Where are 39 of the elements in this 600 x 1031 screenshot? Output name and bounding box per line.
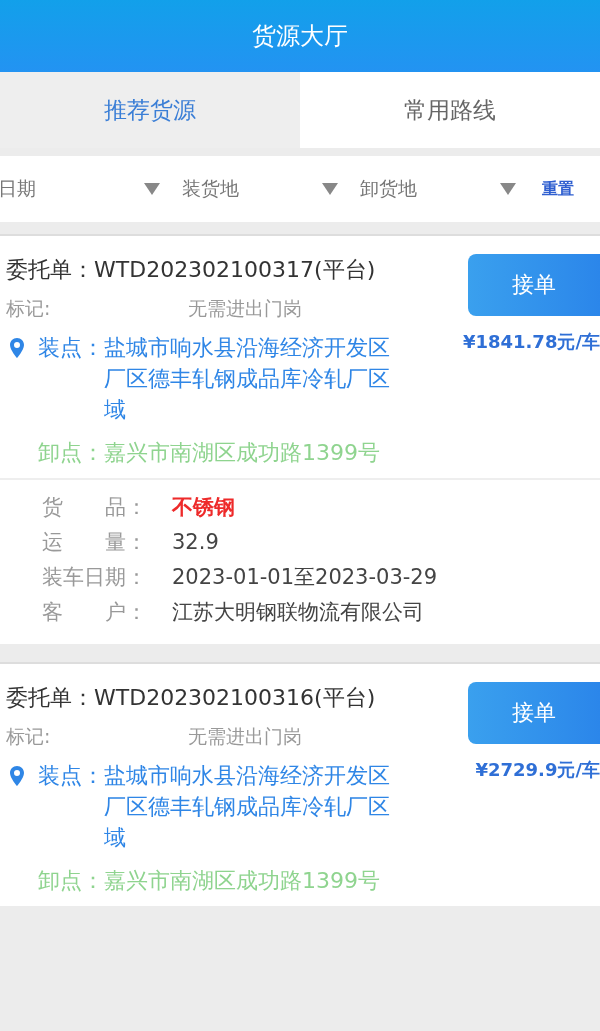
detail-value: 2023-01-01至2023-03-29 xyxy=(172,564,438,591)
order-label: 委托单： xyxy=(6,257,94,282)
unload-address: 嘉兴市南湖区成功路1399号 xyxy=(104,439,381,467)
detail-value: 32.9 xyxy=(172,529,219,556)
load-label: 装点： xyxy=(38,334,104,362)
accept-order-button[interactable]: 接单 xyxy=(468,682,600,744)
page-title: 货源大厅 xyxy=(252,21,348,52)
price: ¥1841.78元/车 xyxy=(462,330,600,354)
unload-label: 卸点： xyxy=(38,439,104,467)
detail-value: 江苏大明钢联物流有限公司 xyxy=(172,599,424,626)
detail-label: 客 户： xyxy=(42,599,148,626)
detail-label: 运 量： xyxy=(42,529,148,556)
order-number: WTD202302100317(平台) xyxy=(94,257,376,282)
mark-value: 无需进出门岗 xyxy=(188,296,302,321)
filter-dropdown[interactable]: 卸货地 xyxy=(354,176,524,202)
dropdown-triangle-icon xyxy=(322,183,338,195)
detail-label: 货 品： xyxy=(42,494,148,521)
order-number: WTD202302100316(平台) xyxy=(94,685,376,710)
mark-label: 标记: xyxy=(6,296,52,321)
detail-value: 不锈钢 xyxy=(172,494,235,521)
location-pin-icon xyxy=(10,766,24,786)
detail-label: 装车日期： xyxy=(42,564,148,591)
order-label: 委托单： xyxy=(6,685,94,710)
reset-button[interactable]: 重置 xyxy=(536,177,580,201)
unload-address: 嘉兴市南湖区成功路1399号 xyxy=(104,867,381,895)
location-pin-icon xyxy=(10,338,24,358)
mark-value: 无需进出门岗 xyxy=(188,724,302,749)
unload-label: 卸点： xyxy=(38,867,104,895)
tab[interactable]: 常用路线 xyxy=(300,72,600,148)
filter-dropdown[interactable]: 日期 xyxy=(0,176,168,202)
dropdown-triangle-icon xyxy=(500,183,516,195)
filter-dropdown[interactable]: 装货地 xyxy=(176,176,346,202)
load-address: 盐城市响水县沿海经济开发区厂区德丰轧钢成品库冷轧厂区域 xyxy=(104,334,391,424)
price: ¥2729.9元/车 xyxy=(475,758,600,782)
mark-label: 标记: xyxy=(6,724,52,749)
accept-order-button[interactable]: 接单 xyxy=(468,254,600,316)
load-address: 盐城市响水县沿海经济开发区厂区德丰轧钢成品库冷轧厂区域 xyxy=(104,762,391,852)
load-label: 装点： xyxy=(38,762,104,790)
dropdown-triangle-icon xyxy=(144,183,160,195)
